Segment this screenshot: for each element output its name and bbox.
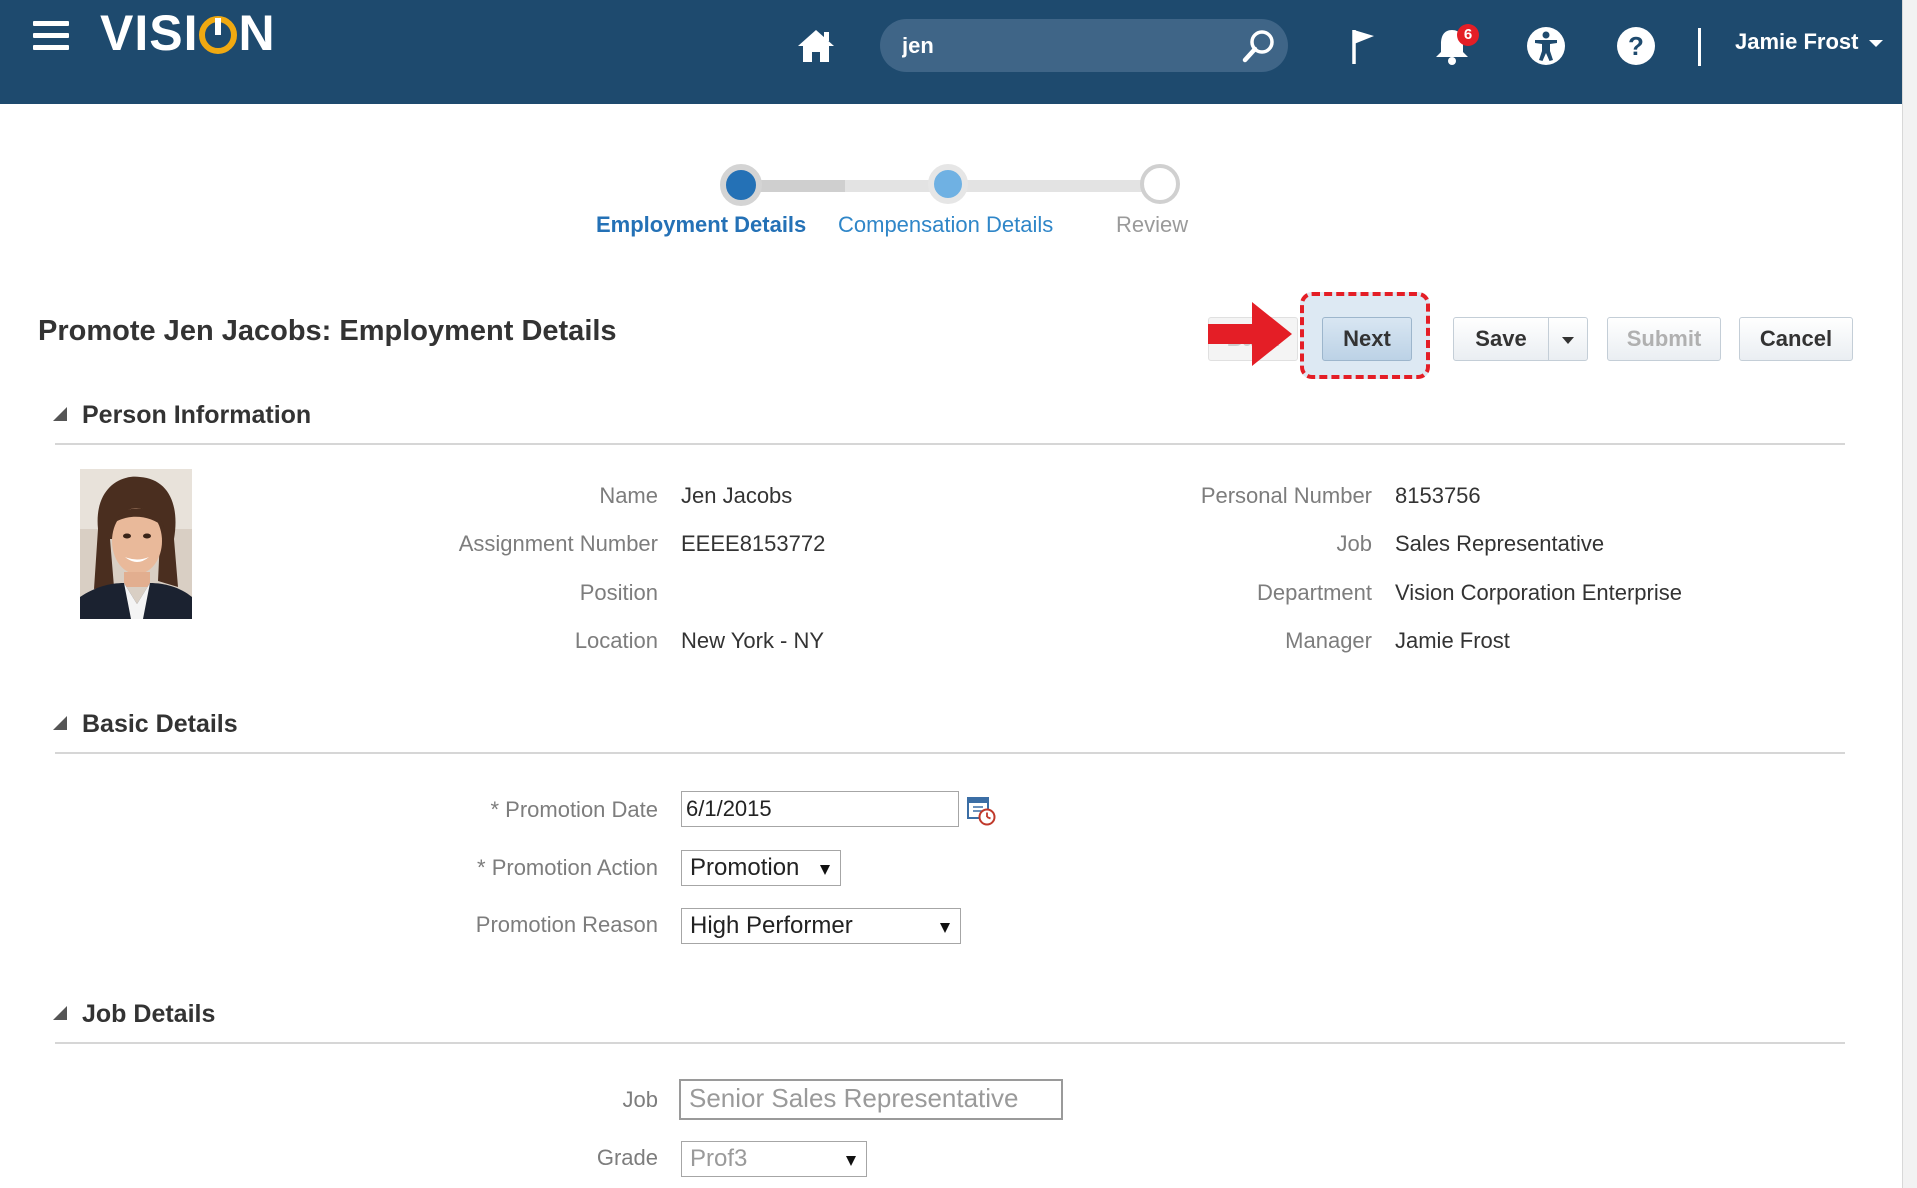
- field-label-position: Position: [579, 580, 658, 605]
- promotion-reason-select[interactable]: High Performer: [681, 908, 961, 944]
- svg-text:?: ?: [1628, 31, 1644, 61]
- section-title: Basic Details: [82, 710, 238, 738]
- promotion-reason-value: High Performer: [690, 912, 853, 939]
- train-connector-1: [748, 180, 845, 192]
- train-stop-employment[interactable]: [720, 164, 762, 206]
- user-name: Jamie Frost: [1735, 29, 1859, 54]
- field-value-personal-number: 8153756: [1395, 483, 1481, 508]
- global-header: VISI N 6 ? Jamie Frost: [0, 0, 1902, 104]
- field-value-manager: Jamie Frost: [1395, 628, 1510, 653]
- grade-select[interactable]: Prof3: [681, 1141, 867, 1177]
- logo-text-right: N: [238, 5, 276, 61]
- notification-count-badge: 6: [1457, 24, 1479, 46]
- field-value-assignment-number: EEEE8153772: [681, 531, 826, 556]
- next-button[interactable]: Next: [1322, 317, 1412, 361]
- train-label-compensation[interactable]: Compensation Details: [838, 212, 1053, 238]
- dropdown-arrow-icon: [940, 923, 950, 933]
- train-label-employment[interactable]: Employment Details: [596, 212, 806, 238]
- promotion-action-label: * Promotion Action: [477, 855, 658, 880]
- dropdown-arrow-icon: [820, 865, 830, 875]
- menu-icon[interactable]: [33, 21, 69, 50]
- dropdown-arrow-icon: [846, 1156, 856, 1166]
- section-job-details[interactable]: Job Details: [53, 1000, 215, 1029]
- accessibility-icon[interactable]: [1524, 24, 1568, 68]
- caret-down-icon: [1868, 39, 1883, 47]
- section-basic-details[interactable]: Basic Details: [53, 710, 238, 739]
- page-title: Promote Jen Jacobs: Employment Details: [38, 315, 617, 347]
- section-divider: [55, 1042, 1845, 1044]
- save-button[interactable]: Save: [1453, 317, 1549, 361]
- promotion-date-label: * Promotion Date: [490, 797, 658, 822]
- vision-logo[interactable]: VISI N: [100, 8, 276, 58]
- logo-text-left: VISI: [100, 5, 199, 61]
- promotion-reason-label: Promotion Reason: [475, 912, 658, 937]
- field-value-department: Vision Corporation Enterprise: [1395, 580, 1682, 605]
- grade-label: Grade: [596, 1145, 658, 1170]
- cancel-button[interactable]: Cancel: [1739, 317, 1853, 361]
- user-menu[interactable]: Jamie Frost: [1735, 26, 1883, 58]
- calendar-icon[interactable]: [966, 794, 996, 826]
- collapse-triangle-icon: [53, 716, 67, 730]
- field-value-name: Jen Jacobs: [681, 483, 793, 508]
- home-icon[interactable]: [796, 28, 836, 64]
- train-stop-review[interactable]: [1140, 164, 1180, 204]
- train-label-review[interactable]: Review: [1116, 212, 1188, 238]
- help-icon[interactable]: ?: [1614, 24, 1658, 68]
- search-input[interactable]: [900, 30, 1224, 62]
- field-label-name: Name: [599, 483, 658, 508]
- field-label-manager: Manager: [1285, 628, 1372, 653]
- global-search: [880, 19, 1288, 72]
- save-split-button: Save: [1453, 317, 1588, 361]
- promotion-action-select[interactable]: Promotion: [681, 850, 841, 886]
- header-divider: [1698, 28, 1701, 66]
- field-value-job: Sales Representative: [1395, 531, 1605, 556]
- arrow-right-icon: [1208, 302, 1292, 366]
- logo-o-icon: [199, 16, 238, 54]
- save-options-button[interactable]: [1548, 317, 1588, 361]
- job-field[interactable]: Senior Sales Representative: [679, 1079, 1063, 1120]
- field-value-location: New York - NY: [681, 628, 825, 653]
- grade-value: Prof3: [690, 1145, 748, 1172]
- collapse-triangle-icon: [53, 1006, 67, 1020]
- field-label-department: Department: [1257, 580, 1372, 605]
- search-icon[interactable]: [1240, 27, 1278, 65]
- promotion-date-input[interactable]: [681, 791, 959, 827]
- train-connector-1b: [845, 180, 940, 192]
- field-label-assignment-number: Assignment Number: [458, 531, 658, 556]
- section-title: Person Information: [82, 401, 312, 429]
- job-label: Job: [622, 1087, 658, 1112]
- train-stop-compensation[interactable]: [928, 164, 968, 204]
- section-divider: [55, 443, 1845, 445]
- flag-icon[interactable]: [1342, 24, 1386, 68]
- section-title: Job Details: [82, 1000, 216, 1028]
- submit-button[interactable]: Submit: [1607, 317, 1721, 361]
- collapse-triangle-icon: [53, 407, 67, 421]
- field-label-location: Location: [574, 628, 658, 653]
- person-photo: [80, 469, 192, 619]
- caret-down-icon: [1562, 336, 1574, 344]
- train-connector-2: [962, 180, 1144, 192]
- section-person-information[interactable]: Person Information: [53, 401, 311, 430]
- promotion-action-value: Promotion: [690, 854, 800, 881]
- field-label-personal-number: Personal Number: [1200, 483, 1372, 508]
- scrollbar-track[interactable]: [1902, 0, 1917, 1188]
- section-divider: [55, 752, 1845, 754]
- field-label-job: Job: [1336, 531, 1372, 556]
